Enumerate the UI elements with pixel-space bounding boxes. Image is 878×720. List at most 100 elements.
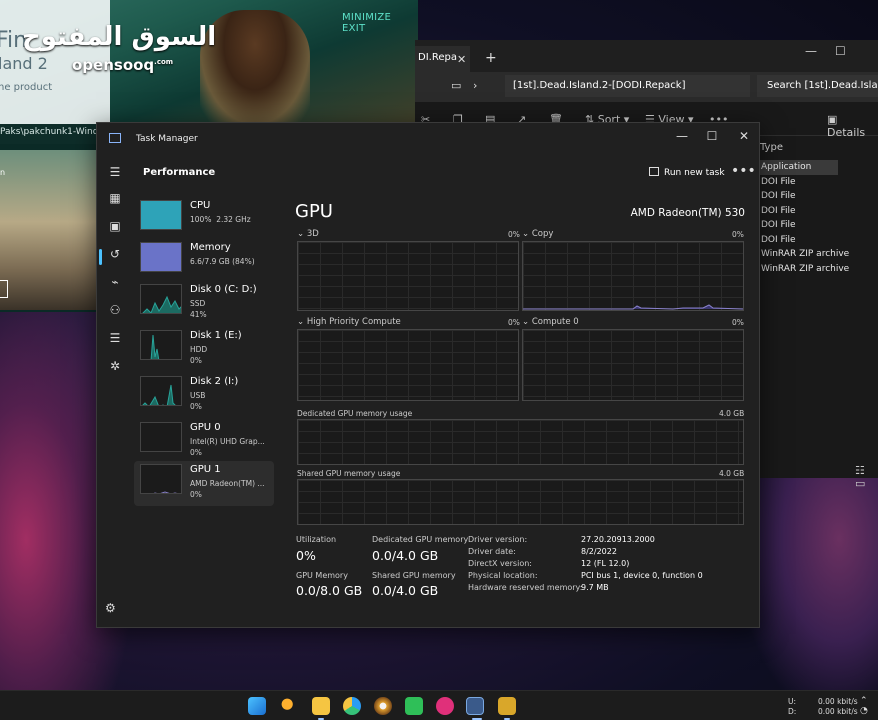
list-item[interactable]: DOI File [758, 218, 838, 233]
engine-hpc-label[interactable]: ⌄ High Priority Compute [297, 317, 401, 327]
settings-gear-icon[interactable]: ⚙ [105, 601, 116, 615]
pink-app-icon[interactable] [436, 697, 454, 715]
users-icon[interactable]: ⚇ [104, 299, 126, 321]
list-item[interactable]: DOI File [758, 204, 838, 219]
game-app-icon[interactable] [498, 697, 516, 715]
engine-3d-value: 0% [508, 230, 520, 239]
minimize-button[interactable]: — [669, 127, 695, 147]
utilization-label: Utilization [296, 535, 337, 544]
dedicated-memory-graph [297, 419, 744, 465]
maximize-button[interactable]: ☐ [699, 127, 725, 147]
explorer-address-bar: ▭ › [1st].Dead.Island.2-[DODI.Repack] Se… [415, 72, 878, 102]
address-path[interactable]: [1st].Dead.Island.2-[DODI.Repack] [505, 75, 750, 97]
app-circle-icon[interactable] [374, 697, 392, 715]
app-history-icon[interactable]: ↺ [104, 243, 126, 265]
game-window-controls[interactable]: MINIMIZE EXIT [342, 12, 418, 34]
page-title: Performance [143, 167, 216, 178]
new-tab-button[interactable]: + [485, 50, 497, 66]
explorer-tab-label: DI.Repa [418, 52, 457, 63]
opensooq-watermark-latin: opensooq.com [72, 56, 174, 74]
upload-speed: 0.00 kbit/s [818, 697, 858, 706]
engine-copy-value: 0% [732, 230, 744, 239]
device-item-disk2[interactable]: Disk 2 (I:) USB 0% [134, 373, 274, 418]
file-explorer-icon[interactable] [312, 697, 330, 715]
list-item[interactable]: DOI File [758, 233, 838, 248]
device-detail: USB 0% [190, 391, 206, 411]
performance-icon[interactable]: ▣ [104, 215, 126, 237]
list-item[interactable]: Application [758, 160, 838, 175]
title-bar: Task Manager — ☐ ✕ [97, 123, 759, 153]
explorer-tab[interactable]: DI.Repa ✕ [415, 46, 470, 72]
chevron-right-icon[interactable]: › [473, 79, 477, 92]
list-item[interactable]: WinRAR ZIP archive [758, 247, 849, 262]
list-item[interactable]: DOI File [758, 175, 838, 190]
driver-date-value: 8/2/2022 [581, 547, 617, 556]
details-button[interactable]: ▣ Details [827, 113, 878, 139]
device-name: Disk 0 (C: D:) [190, 284, 257, 295]
list-item[interactable]: WinRAR ZIP archive [758, 262, 849, 277]
engine-copy-graph [522, 241, 744, 311]
device-list: CPU 100% 2.32 GHz Memory 6.6/7.9 GB (84%… [133, 193, 277, 513]
disk2-mini-graph [140, 376, 182, 406]
utilization-value: 0% [296, 548, 316, 563]
monitor-icon[interactable]: ▭ [451, 79, 461, 92]
hamburger-menu-icon[interactable]: ☰ [104, 161, 126, 183]
gpu-detail-panel: GPU AMD Radeon(TM) 530 ⌄ 3D 0% ⌄ Copy 0%… [289, 191, 749, 627]
window-title: Task Manager [136, 134, 198, 144]
engine-copy-label[interactable]: ⌄ Copy [522, 229, 553, 239]
engine-3d-label[interactable]: ⌄ 3D [297, 229, 319, 239]
game-character-art [200, 10, 310, 125]
services-icon[interactable]: ✲ [104, 355, 126, 377]
search-input[interactable]: Search [1st].Dead.Island.2-[DODI.Repac [757, 75, 878, 97]
minimize-button[interactable]: — [805, 44, 817, 58]
device-item-gpu1[interactable]: GPU 1 AMD Radeon(TM) ... 0% [134, 461, 274, 506]
search-icon[interactable] [280, 697, 298, 715]
engine-compute0-graph [522, 329, 744, 401]
startup-apps-icon[interactable]: ⌁ [104, 271, 126, 293]
physical-location-label: Physical location: [468, 571, 538, 580]
device-name: Disk 1 (E:) [190, 330, 242, 341]
game-thumb-frame [0, 280, 8, 298]
edge-browser-icon[interactable] [343, 697, 361, 715]
device-detail: 6.6/7.9 GB (84%) [190, 257, 255, 266]
task-manager-taskbar-icon[interactable] [466, 697, 484, 715]
more-options-icon[interactable]: ••• [731, 163, 756, 179]
green-app-icon[interactable] [405, 697, 423, 715]
driver-version-value: 27.20.20913.2000 [581, 535, 655, 544]
maximize-button[interactable]: ☐ [835, 44, 846, 58]
engine-compute0-value: 0% [732, 318, 744, 327]
device-item-gpu0[interactable]: GPU 0 Intel(R) UHD Grap... 0% [134, 419, 274, 464]
driver-date-label: Driver date: [468, 547, 516, 556]
column-header-type[interactable]: Type [760, 142, 840, 153]
close-icon[interactable]: ✕ [457, 53, 466, 66]
reserved-memory-label: Hardware reserved memory: [468, 583, 583, 592]
task-manager-icon [109, 133, 121, 143]
start-windows-icon[interactable] [248, 697, 266, 715]
device-name: Memory [190, 242, 231, 253]
close-button[interactable]: ✕ [731, 127, 757, 147]
dedicated-memory-label: Dedicated GPU memory usage [297, 409, 413, 418]
game-thumb-text: n [0, 168, 6, 177]
shared-gpu-memory-label: Shared GPU memory [372, 571, 456, 580]
taskbar: U: D: 0.00 kbit/s 0.00 kbit/s ⌃ ◔ [0, 690, 878, 720]
directx-version-value: 12 (FL 12.0) [581, 559, 630, 568]
processes-icon[interactable]: ▦ [104, 187, 126, 209]
chevron-up-icon[interactable]: ⌃ [860, 696, 868, 706]
device-name: Disk 2 (I:) [190, 376, 239, 387]
device-name: CPU [190, 200, 211, 211]
device-name: GPU 0 [190, 422, 221, 433]
run-new-task-button[interactable]: Run new task [649, 163, 725, 183]
device-item-cpu[interactable]: CPU 100% 2.32 GHz [134, 197, 274, 242]
device-item-memory[interactable]: Memory 6.6/7.9 GB (84%) [134, 239, 274, 284]
engine-compute0-label[interactable]: ⌄ Compute 0 [522, 317, 579, 327]
details-view-icon[interactable]: ☷ ▭ [855, 464, 878, 490]
list-item[interactable]: DOI File [758, 189, 838, 204]
device-item-disk1[interactable]: Disk 1 (E:) HDD 0% [134, 327, 274, 372]
details-icon[interactable]: ☰ [104, 327, 126, 349]
dedicated-gpu-memory-value: 0.0/4.0 GB [372, 548, 439, 563]
device-item-disk0[interactable]: Disk 0 (C: D:) SSD 41% [134, 281, 274, 326]
wifi-icon[interactable]: ◔ [860, 706, 868, 716]
disk2-sparkline [142, 384, 176, 405]
gpu-memory-value: 0.0/8.0 GB [296, 583, 363, 598]
game-thumbnail: n [0, 150, 100, 310]
